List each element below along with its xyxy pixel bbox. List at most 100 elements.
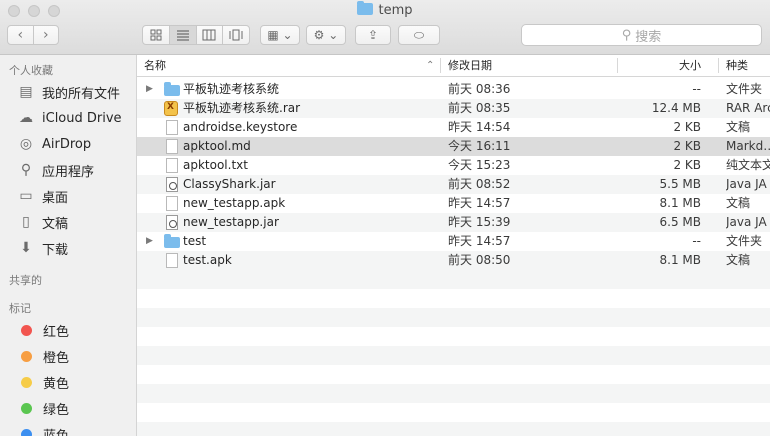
red-tag-icon xyxy=(21,324,32,336)
grid-view-button[interactable] xyxy=(143,26,169,44)
list-view-button[interactable] xyxy=(168,26,196,44)
file-name: 平板轨迹考核系统.rar xyxy=(183,101,301,115)
file-row[interactable]: test.apk 前天 08:50 8.1 MB 文稿 xyxy=(137,251,770,270)
file-size: 8.1 MB xyxy=(659,196,701,210)
search-placeholder: 搜索 xyxy=(635,29,662,45)
sidebar-tag-blue[interactable]: 蓝色 xyxy=(17,424,69,436)
file-size: 2 KB xyxy=(673,139,701,153)
cloud-icon: ☁ xyxy=(19,110,33,126)
empty-row-stripe xyxy=(137,422,770,436)
file-kind: 文稿 xyxy=(726,196,751,210)
doc-file-icon xyxy=(166,253,178,268)
arrange-button[interactable]: ▦ ⌄ xyxy=(260,25,300,45)
view-mode-selector xyxy=(142,25,250,45)
forward-button[interactable]: › xyxy=(32,26,59,44)
sidebar-tag-red[interactable]: 红色 xyxy=(17,320,69,340)
sidebar-item-label: 黄色 xyxy=(43,376,70,392)
jar-file-icon xyxy=(166,215,178,230)
grid-view-icon xyxy=(150,29,162,41)
empty-row-stripe xyxy=(137,384,770,403)
sidebar-item-applications[interactable]: ⚲ 应用程序 xyxy=(17,160,94,180)
sidebar-item-label: 下载 xyxy=(42,242,69,258)
file-name: androidse.keystore xyxy=(183,120,298,134)
sidebar-item-label: 我的所有文件 xyxy=(42,86,121,102)
file-name: ClassyShark.jar xyxy=(183,177,276,191)
file-size: 12.4 MB xyxy=(651,101,701,115)
desktop-icon: ▭ xyxy=(19,188,33,204)
sidebar-item-icloud-drive[interactable]: ☁ iCloud Drive xyxy=(17,108,122,128)
file-date: 昨天 15:39 xyxy=(448,215,511,229)
sidebar-item-airdrop[interactable]: ◎ AirDrop xyxy=(17,134,91,154)
sidebar-item-label: 绿色 xyxy=(43,402,70,418)
sidebar-item-label: AirDrop xyxy=(42,136,92,152)
yellow-tag-icon xyxy=(21,376,32,388)
file-name: 平板轨迹考核系统 xyxy=(183,82,280,96)
file-row[interactable]: 平板轨迹考核系统.rar 前天 08:35 12.4 MB RAR Arc xyxy=(137,99,770,118)
orange-tag-icon xyxy=(21,350,32,362)
search-field[interactable]: ⚲ 搜索 xyxy=(521,24,762,46)
name-column-header[interactable]: 名称 xyxy=(144,55,166,76)
folder-icon xyxy=(357,1,374,15)
file-row[interactable]: apktool.txt 今天 15:23 2 KB 纯文本文 xyxy=(137,156,770,175)
finder-window: temp ‹ › ▦ ⌄ ⚙ ⌄ ⇪ ⬭ ⚲ 搜索 个人收藏 ▤ 我的所有文件 … xyxy=(0,0,770,436)
cover-flow-icon xyxy=(229,29,243,41)
file-date: 前天 08:50 xyxy=(448,253,511,267)
file-size: 8.1 MB xyxy=(659,253,701,267)
file-size: 6.5 MB xyxy=(659,215,701,229)
file-row[interactable]: new_testapp.jar 昨天 15:39 6.5 MB Java JA xyxy=(137,213,770,232)
column-view-button[interactable] xyxy=(195,26,223,44)
file-kind: 文稿 xyxy=(726,253,751,267)
file-date: 昨天 14:57 xyxy=(448,234,511,248)
file-size: -- xyxy=(692,82,701,96)
file-date: 前天 08:52 xyxy=(448,177,511,191)
sidebar-tag-yellow[interactable]: 黄色 xyxy=(17,372,69,392)
jar-file-icon xyxy=(166,177,178,192)
sidebar-tag-orange[interactable]: 橙色 xyxy=(17,346,69,366)
file-row[interactable]: apktool.md 今天 16:11 2 KB Markd… xyxy=(137,137,770,156)
favorites-header: 个人收藏 xyxy=(9,64,53,77)
disclosure-triangle-icon[interactable]: ▶ xyxy=(146,80,153,99)
search-icon: ⚲ xyxy=(621,27,632,43)
sidebar-item-downloads[interactable]: ⬇ 下载 xyxy=(17,238,68,258)
doc-file-icon xyxy=(166,139,178,154)
file-row[interactable]: new_testapp.apk 昨天 14:57 8.1 MB 文稿 xyxy=(137,194,770,213)
sidebar-item-desktop[interactable]: ▭ 桌面 xyxy=(17,186,68,206)
file-row[interactable]: androidse.keystore 昨天 14:54 2 KB 文稿 xyxy=(137,118,770,137)
file-name: new_testapp.jar xyxy=(183,215,279,229)
rar-file-icon xyxy=(164,101,178,116)
sidebar: 个人收藏 ▤ 我的所有文件 ☁ iCloud Drive ◎ AirDrop ⚲ 应用程… xyxy=(0,55,137,436)
kind-column-header[interactable]: 种类 xyxy=(726,55,748,76)
tags-header: 标记 xyxy=(9,302,31,315)
sidebar-item-label: 桌面 xyxy=(42,190,69,206)
share-button[interactable]: ⇪ xyxy=(355,25,391,45)
back-button[interactable]: ‹ xyxy=(8,26,33,44)
edit-tags-button[interactable]: ⬭ xyxy=(398,25,440,45)
file-kind: 纯文本文 xyxy=(726,158,770,172)
file-kind: Java JA xyxy=(726,215,767,229)
file-row[interactable]: ▶ 平板轨迹考核系统 前天 08:36 -- 文件夹 xyxy=(137,80,770,99)
file-date: 前天 08:35 xyxy=(448,101,511,115)
file-row[interactable]: ▶ test 昨天 14:57 -- 文件夹 xyxy=(137,232,770,251)
file-name: new_testapp.apk xyxy=(183,196,286,210)
action-button[interactable]: ⚙ ⌄ xyxy=(306,25,346,45)
applications-icon: ⚲ xyxy=(20,162,32,178)
file-name: test.apk xyxy=(183,253,232,267)
window-title: temp xyxy=(0,1,770,18)
column-divider[interactable] xyxy=(440,58,441,73)
file-row[interactable]: ClassyShark.jar 前天 08:52 5.5 MB Java JA xyxy=(137,175,770,194)
empty-row-stripe xyxy=(137,270,770,289)
folder-file-icon xyxy=(164,234,180,248)
disclosure-triangle-icon[interactable]: ▶ xyxy=(146,232,153,251)
file-size: -- xyxy=(692,234,701,248)
cover-flow-button[interactable] xyxy=(222,26,249,44)
sidebar-item-documents[interactable]: ▯ 文稿 xyxy=(17,212,68,232)
column-divider[interactable] xyxy=(718,58,719,73)
size-column-header[interactable]: 大小 xyxy=(617,55,701,76)
sidebar-tag-green[interactable]: 绿色 xyxy=(17,398,69,418)
sidebar-item-all-files[interactable]: ▤ 我的所有文件 xyxy=(17,82,120,102)
date-column-header[interactable]: 修改日期 xyxy=(448,55,492,76)
file-date: 昨天 14:57 xyxy=(448,196,511,210)
file-name: apktool.txt xyxy=(183,158,248,172)
empty-row-stripe xyxy=(137,289,770,308)
empty-row-stripe xyxy=(137,346,770,365)
